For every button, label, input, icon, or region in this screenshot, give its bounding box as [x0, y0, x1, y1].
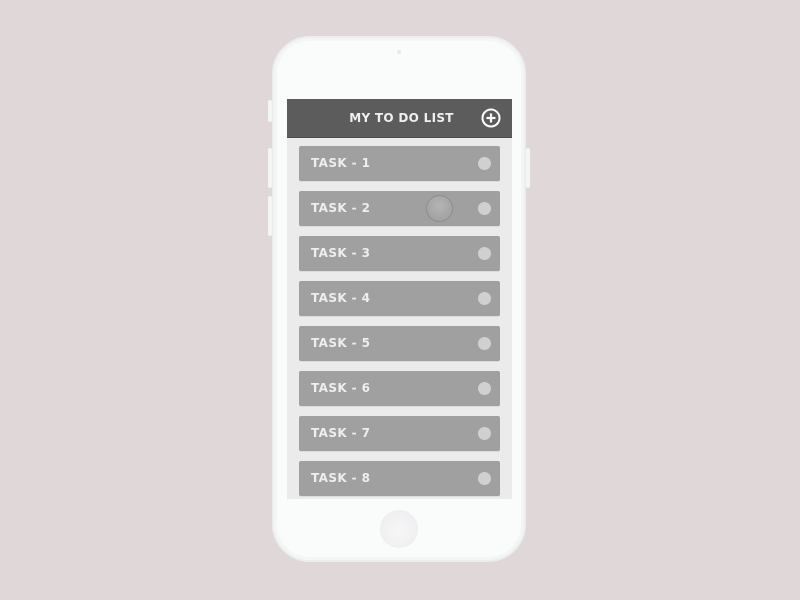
task-label: TASK - 7	[311, 426, 371, 440]
app-screen: MY TO DO LIST TASK - 1 TASK - 2 TASK - 3 TA…	[287, 99, 512, 499]
page-title: MY TO DO LIST	[349, 111, 454, 125]
app-header: MY TO DO LIST	[287, 99, 512, 138]
task-label: TASK - 1	[311, 156, 371, 170]
phone-side-button-silent	[268, 100, 272, 122]
circle-dot-icon[interactable]	[478, 202, 491, 215]
task-label: TASK - 5	[311, 336, 371, 350]
circle-dot-icon[interactable]	[478, 247, 491, 260]
touch-indicator	[426, 195, 453, 222]
plus-circle-icon	[481, 108, 501, 128]
phone-side-button-volume-up	[268, 148, 272, 188]
task-item[interactable]: TASK - 7	[299, 416, 500, 451]
home-button[interactable]	[380, 510, 418, 548]
task-label: TASK - 8	[311, 471, 371, 485]
task-label: TASK - 6	[311, 381, 371, 395]
add-task-button[interactable]	[481, 108, 501, 128]
circle-dot-icon[interactable]	[478, 157, 491, 170]
task-label: TASK - 3	[311, 246, 371, 260]
task-item[interactable]: TASK - 1	[299, 146, 500, 181]
task-item[interactable]: TASK - 4	[299, 281, 500, 316]
task-label: TASK - 2	[311, 201, 371, 215]
task-label: TASK - 4	[311, 291, 371, 305]
circle-dot-icon[interactable]	[478, 472, 491, 485]
circle-dot-icon[interactable]	[478, 337, 491, 350]
task-list: TASK - 1 TASK - 2 TASK - 3 TASK - 4 TASK - 5…	[287, 138, 512, 496]
task-item[interactable]: TASK - 8	[299, 461, 500, 496]
circle-dot-icon[interactable]	[478, 382, 491, 395]
task-item[interactable]: TASK - 6	[299, 371, 500, 406]
phone-side-button-power	[526, 148, 530, 188]
task-item[interactable]: TASK - 3	[299, 236, 500, 271]
circle-dot-icon[interactable]	[478, 292, 491, 305]
phone-side-button-volume-down	[268, 196, 272, 236]
task-item[interactable]: TASK - 2	[299, 191, 500, 226]
circle-dot-icon[interactable]	[478, 427, 491, 440]
task-item[interactable]: TASK - 5	[299, 326, 500, 361]
front-camera	[397, 50, 401, 54]
